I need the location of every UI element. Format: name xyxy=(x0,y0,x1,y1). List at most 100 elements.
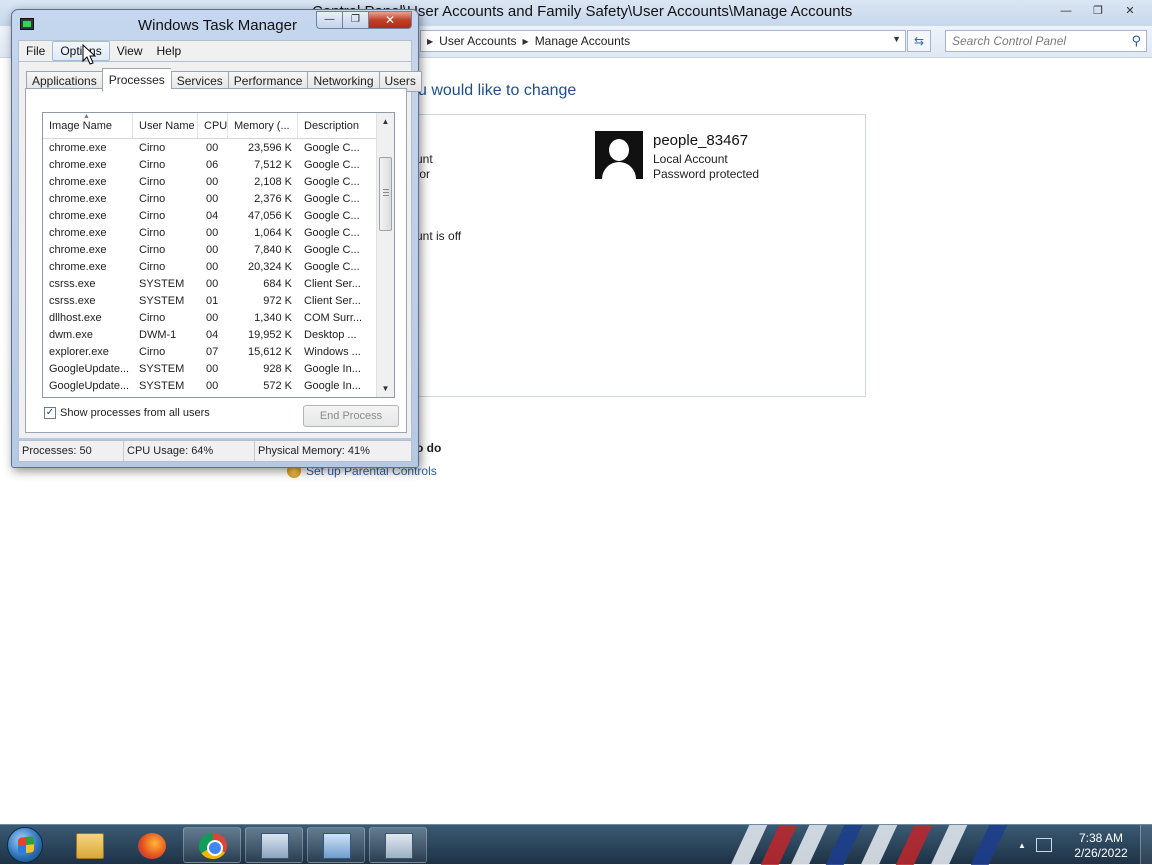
table-row[interactable]: chrome.exe Cirno 00 20,324 K Google C... xyxy=(43,258,377,275)
menu-file[interactable]: File xyxy=(19,42,52,60)
process-memory: 20,324 K xyxy=(247,260,292,273)
windows-logo-icon xyxy=(18,836,34,854)
scroll-thumb[interactable] xyxy=(379,157,392,231)
table-row[interactable]: chrome.exe Cirno 00 23,596 K Google C... xyxy=(43,139,377,156)
show-hidden-icons-icon[interactable]: ▲ xyxy=(1018,841,1026,850)
network-tray-icon[interactable] xyxy=(1035,838,1052,852)
column-image-name[interactable]: ▲ Image Name xyxy=(43,113,133,138)
column-cpu[interactable]: CPU xyxy=(198,113,228,138)
table-row[interactable]: csrss.exe SYSTEM 01 972 K Client Ser... xyxy=(43,292,377,309)
network-icon xyxy=(261,833,289,859)
process-cpu: 00 xyxy=(206,175,219,188)
process-cpu: 00 xyxy=(206,192,219,205)
process-user-name: SYSTEM xyxy=(139,379,185,392)
process-image-name: explorer.exe xyxy=(49,345,109,358)
table-row[interactable]: csrss.exe SYSTEM 00 684 K Client Ser... xyxy=(43,275,377,292)
process-memory: 572 K xyxy=(263,379,292,392)
tab-processes[interactable]: Processes xyxy=(101,68,171,92)
breadcrumb-separator-icon: ▶ xyxy=(427,36,434,46)
table-row[interactable]: GoogleUpdate... SYSTEM 00 572 K Google In... xyxy=(43,377,377,394)
table-row[interactable]: chrome.exe Cirno 00 7,840 K Google C... xyxy=(43,241,377,258)
account-name[interactable]: people_83467 xyxy=(653,132,748,149)
table-row[interactable]: chrome.exe Cirno 00 2,108 K Google C... xyxy=(43,173,377,190)
process-user-name: Cirno xyxy=(139,158,166,171)
process-table: ▲ Image Name User Name CPU Memory (... D… xyxy=(42,112,395,398)
process-memory: 972 K xyxy=(263,294,292,307)
start-button[interactable] xyxy=(7,827,43,863)
clock[interactable]: 7:38 AM 2/26/2022 xyxy=(1066,831,1136,861)
address-field[interactable]: ▶ User Accounts ▶ Manage Accounts ▼ xyxy=(420,30,906,52)
process-image-name: chrome.exe xyxy=(49,141,107,154)
taskbar-network[interactable] xyxy=(245,827,303,863)
show-all-processes-label[interactable]: Show processes from all users xyxy=(60,407,210,419)
column-description[interactable]: Description xyxy=(298,113,377,138)
end-process-button[interactable]: End Process xyxy=(303,405,399,427)
process-cpu: 04 xyxy=(206,209,219,222)
task-manager-app-icon[interactable] xyxy=(20,18,34,30)
refresh-button[interactable]: ⇆ xyxy=(907,30,931,52)
task-manager-title: Windows Task Manager xyxy=(138,17,297,34)
search-icon[interactable]: ⚲ xyxy=(1131,33,1141,49)
close-button[interactable]: ✕ xyxy=(1116,2,1144,20)
process-image-name: GoogleUpdate... xyxy=(49,379,130,392)
search-input[interactable]: Search Control Panel ⚲ xyxy=(945,30,1147,52)
processes-panel: ▲ Image Name User Name CPU Memory (... D… xyxy=(25,88,407,433)
minimize-button[interactable]: — xyxy=(1052,2,1080,20)
process-image-name: dllhost.exe xyxy=(49,311,102,324)
guest-account-fragment[interactable]: unt is off xyxy=(416,229,461,243)
process-cpu: 00 xyxy=(206,379,219,392)
process-description: Google C... xyxy=(304,243,360,256)
taskbar-control-panel[interactable] xyxy=(307,827,365,863)
process-description: Windows ... xyxy=(304,345,361,358)
table-row[interactable]: GoogleUpdate... SYSTEM 00 928 K Google In... xyxy=(43,360,377,377)
process-description: Client Ser... xyxy=(304,294,361,307)
system-tray: ▲ xyxy=(1018,825,1052,865)
process-image-name: chrome.exe xyxy=(49,226,107,239)
scroll-up-icon[interactable]: ▲ xyxy=(377,113,394,130)
tm-maximize-button[interactable]: ❐ xyxy=(342,11,368,29)
process-cpu: 01 xyxy=(206,294,219,307)
chrome-icon xyxy=(199,833,227,859)
process-image-name: chrome.exe xyxy=(49,209,107,222)
table-row[interactable]: explorer.exe Cirno 07 15,612 K Windows ... xyxy=(43,343,377,360)
taskbar-chrome[interactable] xyxy=(183,827,241,863)
process-description: Desktop ... xyxy=(304,328,357,341)
breadcrumb-user-accounts[interactable]: User Accounts xyxy=(439,34,516,48)
tm-minimize-button[interactable]: — xyxy=(316,11,342,29)
table-row[interactable]: dwm.exe DWM-1 04 19,952 K Desktop ... xyxy=(43,326,377,343)
process-cpu: 00 xyxy=(206,311,219,324)
menu-view[interactable]: View xyxy=(110,42,150,60)
status-memory: Physical Memory: 41% xyxy=(258,445,370,457)
control-panel-window-controls: — ❐ ✕ xyxy=(1052,2,1144,20)
user-avatar-icon[interactable] xyxy=(595,131,643,179)
process-description: Google C... xyxy=(304,209,360,222)
vertical-scrollbar[interactable]: ▲ ▼ xyxy=(376,113,394,397)
address-dropdown-icon[interactable]: ▼ xyxy=(892,34,901,44)
breadcrumb-manage-accounts[interactable]: Manage Accounts xyxy=(535,34,630,48)
table-row[interactable]: chrome.exe Cirno 06 7,512 K Google C... xyxy=(43,156,377,173)
table-row[interactable]: chrome.exe Cirno 00 2,376 K Google C... xyxy=(43,190,377,207)
column-user-name[interactable]: User Name xyxy=(133,113,198,138)
taskbar-task-manager[interactable] xyxy=(369,827,427,863)
process-user-name: Cirno xyxy=(139,260,166,273)
table-row[interactable]: dllhost.exe Cirno 00 1,340 K COM Surr... xyxy=(43,309,377,326)
process-user-name: SYSTEM xyxy=(139,277,185,290)
account-status: Password protected xyxy=(653,167,760,181)
table-row[interactable]: chrome.exe Cirno 04 47,056 K Google C... xyxy=(43,207,377,224)
status-cpu: CPU Usage: 64% xyxy=(124,441,255,461)
process-list: chrome.exe Cirno 00 23,596 K Google C... chro… xyxy=(43,139,377,394)
status-bar: Processes: 50 CPU Usage: 64% Physical Me… xyxy=(18,440,412,462)
table-row[interactable]: chrome.exe Cirno 00 1,064 K Google C... xyxy=(43,224,377,241)
scroll-down-icon[interactable]: ▼ xyxy=(377,380,394,397)
show-desktop-button[interactable] xyxy=(1140,825,1152,865)
process-user-name: Cirno xyxy=(139,192,166,205)
taskbar-firefox[interactable] xyxy=(122,827,180,863)
column-memory[interactable]: Memory (... xyxy=(228,113,298,138)
menu-help[interactable]: Help xyxy=(150,42,189,60)
checkbox-checked-icon[interactable]: ✓ xyxy=(44,407,56,419)
folder-icon xyxy=(76,833,104,859)
show-all-processes-checkbox[interactable]: ✓ Show processes from all users xyxy=(44,407,210,419)
tm-close-button[interactable]: ✕ xyxy=(368,11,412,29)
maximize-button[interactable]: ❐ xyxy=(1084,2,1112,20)
taskbar-explorer[interactable] xyxy=(60,827,118,863)
